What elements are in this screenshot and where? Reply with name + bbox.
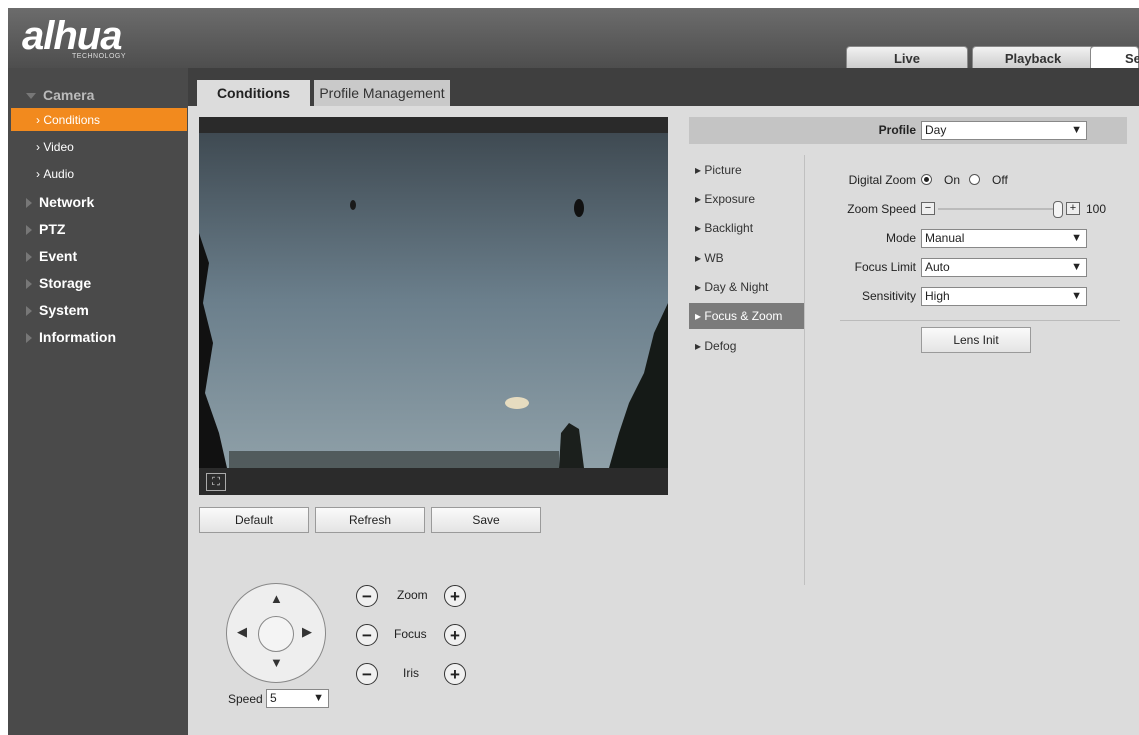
tab-playback[interactable]: Playback — [972, 46, 1094, 70]
profile-label: Profile — [878, 123, 916, 137]
collapse-icon — [26, 93, 36, 100]
menu-item-defog[interactable]: ▸ Defog — [689, 333, 804, 359]
sidebar-item-storage[interactable]: Storage — [26, 275, 91, 291]
video-toolbar — [199, 468, 668, 495]
chevron-down-icon: ▼ — [1071, 290, 1082, 302]
off-label: Off — [992, 173, 1008, 187]
menu-item-backlight[interactable]: ▸ Backlight — [689, 215, 804, 241]
sidebar — [8, 68, 188, 735]
live-video-frame — [199, 133, 668, 468]
caret-right-icon: ▸ — [695, 192, 705, 206]
sidebar-item-network[interactable]: Network — [26, 194, 94, 210]
expand-icon — [26, 333, 32, 344]
header-bar: alhua TECHNOLOGY Live Playback Se — [8, 8, 1139, 70]
expand-icon — [26, 225, 32, 236]
menu-item-day-night[interactable]: ▸ Day & Night — [689, 274, 804, 300]
iris-minus-button[interactable]: − — [356, 663, 378, 685]
refresh-button[interactable]: Refresh — [315, 507, 425, 533]
focus-label: Focus — [394, 627, 427, 641]
chevron-down-icon: ▼ — [1071, 232, 1082, 244]
expand-icon — [26, 279, 32, 290]
caret-right-icon: ▸ — [695, 309, 705, 323]
arrow-left-icon[interactable]: ◀ — [237, 624, 247, 640]
sidebar-sub-audio[interactable]: › Audio — [36, 167, 74, 181]
digital-zoom-off-radio[interactable] — [969, 174, 980, 185]
sidebar-item-ptz[interactable]: PTZ — [26, 221, 65, 237]
tab-setting[interactable]: Se — [1090, 46, 1139, 70]
zoom-speed-label: Zoom Speed — [847, 202, 916, 216]
sidebar-item-camera[interactable]: Camera — [26, 87, 94, 103]
speed-select[interactable]: 5 ▼ — [266, 689, 329, 708]
caret-right-icon: ▸ — [695, 221, 705, 235]
focus-plus-button[interactable]: + — [444, 624, 466, 646]
tab-live[interactable]: Live — [846, 46, 968, 70]
chevron-down-icon: ▼ — [313, 692, 324, 704]
sidebar-sub-video[interactable]: › Video — [36, 140, 74, 154]
menu-item-picture[interactable]: ▸ Picture — [689, 157, 804, 183]
arrow-down-icon[interactable]: ▼ — [270, 655, 283, 670]
speed-label: Speed — [228, 692, 263, 706]
mode-select[interactable]: Manual ▼ — [921, 229, 1087, 248]
zoom-out-button[interactable]: − — [356, 585, 378, 607]
arrow-up-icon[interactable]: ▲ — [270, 591, 283, 606]
zoom-in-button[interactable]: + — [444, 585, 466, 607]
lens-init-button[interactable]: Lens Init — [921, 327, 1031, 353]
sidebar-item-event[interactable]: Event — [26, 248, 77, 264]
menu-item-focus-zoom[interactable]: ▸ Focus & Zoom — [689, 303, 804, 329]
zoom-label: Zoom — [397, 588, 428, 602]
tab-conditions[interactable]: Conditions — [197, 80, 310, 107]
expand-icon — [26, 252, 32, 263]
sidebar-item-system[interactable]: System — [26, 302, 89, 318]
mode-label: Mode — [885, 231, 916, 245]
expand-icon — [26, 198, 32, 209]
ptz-center-button[interactable] — [258, 616, 294, 652]
tab-profile-management[interactable]: Profile Management — [314, 80, 450, 106]
profile-select[interactable]: Day ▼ — [921, 121, 1087, 140]
zoom-speed-thumb[interactable] — [1053, 201, 1063, 218]
zoom-speed-value: 100 — [1086, 202, 1107, 216]
default-button[interactable]: Default — [199, 507, 309, 533]
zoom-speed-increase[interactable]: + — [1066, 202, 1080, 215]
digital-zoom-on-radio[interactable] — [921, 174, 932, 185]
chevron-down-icon: ▼ — [1071, 261, 1082, 273]
on-label: On — [944, 173, 961, 187]
form-divider — [840, 320, 1120, 321]
sensitivity-label: Sensitivity — [861, 289, 916, 303]
digital-zoom-label: Digital Zoom — [848, 173, 916, 187]
caret-right-icon: ▸ — [695, 251, 705, 265]
iris-label: Iris — [403, 666, 419, 680]
brand-subtitle: TECHNOLOGY — [72, 53, 127, 60]
sidebar-sub-conditions[interactable]: › Conditions — [36, 113, 100, 127]
focus-minus-button[interactable]: − — [356, 624, 378, 646]
save-button[interactable]: Save — [431, 507, 541, 533]
menu-item-exposure[interactable]: ▸ Exposure — [689, 186, 804, 212]
sensitivity-select[interactable]: High ▼ — [921, 287, 1087, 306]
caret-right-icon: ▸ — [695, 280, 705, 294]
arrow-right-icon[interactable]: ▶ — [302, 624, 312, 640]
iris-plus-button[interactable]: + — [444, 663, 466, 685]
caret-right-icon: ▸ — [695, 163, 705, 177]
menu-item-wb[interactable]: ▸ WB — [689, 245, 804, 271]
fullscreen-icon[interactable]: ⛶ — [206, 473, 226, 491]
caret-right-icon: ▸ — [695, 339, 705, 353]
focus-limit-select[interactable]: Auto ▼ — [921, 258, 1087, 277]
expand-icon — [26, 306, 32, 317]
sidebar-item-information[interactable]: Information — [26, 329, 116, 345]
zoom-speed-track[interactable] — [938, 208, 1056, 210]
zoom-speed-decrease[interactable]: − — [921, 202, 935, 215]
focus-limit-label: Focus Limit — [854, 260, 916, 274]
menu-divider — [804, 155, 805, 585]
chevron-down-icon: ▼ — [1071, 124, 1082, 136]
